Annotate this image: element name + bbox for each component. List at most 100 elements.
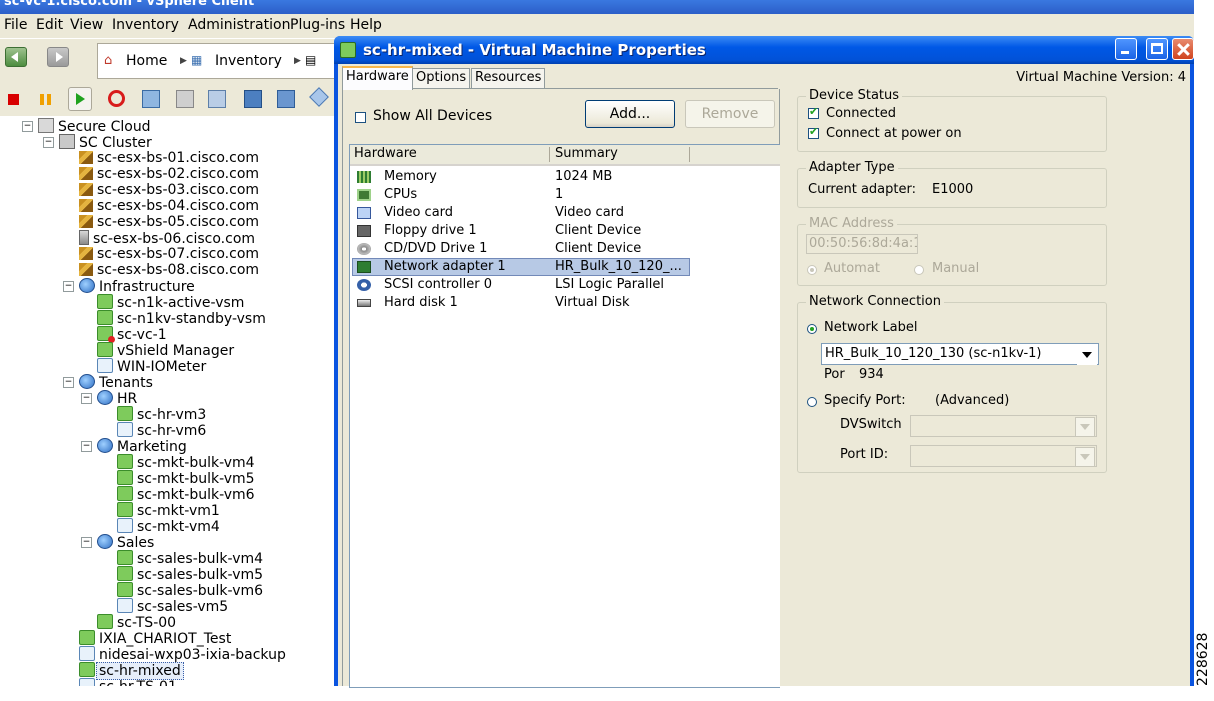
tree-item[interactable]: sc-hr-vm3 <box>117 406 206 423</box>
column-summary[interactable]: Summary <box>555 146 618 161</box>
tree-expander-icon[interactable]: − <box>81 537 92 548</box>
connected-checkbox[interactable] <box>808 105 819 119</box>
tree-expander-icon[interactable]: − <box>81 441 92 452</box>
close-button[interactable] <box>1172 38 1194 60</box>
tree-item[interactable]: sc-sales-bulk-vm5 <box>117 566 263 583</box>
chevron-down-icon[interactable] <box>1077 345 1097 365</box>
migrate-icon[interactable] <box>309 87 329 107</box>
menu-help[interactable]: Help <box>350 17 382 33</box>
tree-item[interactable]: sc-mkt-bulk-vm5 <box>117 470 255 487</box>
console-icon[interactable] <box>244 90 262 108</box>
tree-item[interactable]: IXIA_CHARIOT_Test <box>79 630 231 647</box>
tree-item[interactable]: sc-esx-bs-07.cisco.com <box>79 246 259 262</box>
tree-expander-icon[interactable]: − <box>43 137 54 148</box>
chevron-down-icon[interactable] <box>1075 417 1095 437</box>
tree-item[interactable]: sc-mkt-bulk-vm6 <box>117 486 255 503</box>
reset-icon[interactable] <box>108 90 125 107</box>
menu-view[interactable]: View <box>70 17 103 33</box>
tree-item-label: SC Cluster <box>79 135 152 151</box>
mac-automatic-radio[interactable] <box>807 265 817 275</box>
breadcrumb-inventory[interactable]: Inventory <box>215 53 282 69</box>
tree-item[interactable]: WIN-IOMeter <box>97 358 206 375</box>
snapshot-icon[interactable] <box>142 90 160 108</box>
tree-item[interactable]: vShield Manager <box>97 342 234 359</box>
column-hardware[interactable]: Hardware <box>354 146 417 161</box>
tree-item[interactable]: sc-sales-vm5 <box>117 598 228 615</box>
hardware-row[interactable]: Memory 1024 MB <box>350 168 780 186</box>
edit-settings-icon[interactable] <box>277 90 295 108</box>
hardware-row[interactable]: SCSI controller 0 LSI Logic Parallel <box>350 276 780 294</box>
tab-options[interactable]: Options <box>412 68 471 88</box>
tree-item[interactable]: sc-esx-bs-04.cisco.com <box>79 198 259 214</box>
show-all-devices-checkbox[interactable] <box>355 112 366 123</box>
tree-item[interactable]: nidesai-wxp03-ixia-backup <box>79 646 286 663</box>
tab-resources[interactable]: Resources <box>471 68 546 88</box>
tree-item[interactable]: sc-hr-vm6 <box>117 422 206 439</box>
hardware-row[interactable]: CPUs 1 <box>350 186 780 204</box>
tree-item[interactable]: sc-n1kv-standby-vsm <box>97 310 266 327</box>
mac-address-field[interactable]: 00:50:56:8d:4a:1 <box>806 234 918 254</box>
power-off-icon[interactable] <box>8 94 19 105</box>
tree-item[interactable]: sc-esx-bs-02.cisco.com <box>79 166 259 182</box>
add-button[interactable]: Add... <box>585 100 675 128</box>
menu-inventory[interactable]: Inventory <box>112 17 179 33</box>
connect-at-power-on-checkbox[interactable] <box>808 125 819 139</box>
dvswitch-select[interactable] <box>910 415 1097 437</box>
tree-item[interactable]: sc-vc-1 <box>97 326 167 343</box>
tree-item[interactable]: Tenants <box>79 374 153 391</box>
tab-hardware[interactable]: Hardware <box>342 66 413 90</box>
dialog-title-bar[interactable]: sc-hr-mixed - Virtual Machine Properties <box>334 36 1194 64</box>
tree-item[interactable]: sc-esx-bs-08.cisco.com <box>79 262 259 278</box>
network-label-select[interactable]: HR_Bulk_10_120_130 (sc-n1kv-1) <box>821 343 1099 365</box>
tree-item[interactable]: Secure Cloud <box>38 118 151 135</box>
tree-expander-icon[interactable]: − <box>81 393 92 404</box>
vms-templates-icon[interactable]: ▤ <box>305 53 316 67</box>
hardware-row[interactable]: Floppy drive 1 Client Device <box>350 222 780 240</box>
tree-item[interactable]: sc-sales-bulk-vm6 <box>117 582 263 599</box>
suspend-icon[interactable] <box>40 94 51 105</box>
minimize-button[interactable] <box>1115 38 1137 60</box>
tree-item[interactable]: sc-n1k-active-vsm <box>97 294 244 311</box>
tree-item[interactable]: sc-esx-bs-01.cisco.com <box>79 150 259 166</box>
chevron-down-icon[interactable] <box>1075 447 1095 467</box>
menu-file[interactable]: File <box>4 17 27 33</box>
tree-item[interactable]: sc-mkt-vm1 <box>117 502 220 519</box>
tree-expander-icon[interactable]: − <box>63 377 74 388</box>
tree-item[interactable]: HR <box>97 390 137 407</box>
tree-item[interactable]: sc-mkt-vm4 <box>117 518 220 535</box>
tree-item[interactable]: Marketing <box>97 438 187 455</box>
cd-dvd-icon <box>357 243 371 255</box>
tree-item[interactable]: sc-mkt-bulk-vm4 <box>117 454 255 471</box>
network-label-radio[interactable] <box>807 324 817 334</box>
tree-item[interactable]: sc-hr-mixed <box>79 662 184 680</box>
back-arrow-icon[interactable] <box>5 47 27 67</box>
breadcrumb-home[interactable]: Home <box>126 53 167 69</box>
menu-administration[interactable]: Administration <box>188 17 290 33</box>
tree-item[interactable]: sc-hr-TS-01 <box>79 678 177 686</box>
port-id-select[interactable] <box>910 445 1097 467</box>
tree-item[interactable]: sc-esx-bs-06.cisco.com <box>79 230 255 247</box>
power-on-button[interactable] <box>68 87 92 111</box>
remove-button[interactable]: Remove <box>685 100 775 128</box>
maximize-button[interactable] <box>1146 38 1168 60</box>
specify-port-radio[interactable] <box>807 397 817 407</box>
tree-item[interactable]: sc-esx-bs-03.cisco.com <box>79 182 259 198</box>
revert-snapshot-icon[interactable] <box>176 90 194 108</box>
hardware-row[interactable]: Network adapter 1 HR_Bulk_10_120_... <box>350 258 780 276</box>
hardware-row[interactable]: Hard disk 1 Virtual Disk <box>350 294 780 312</box>
hardware-row[interactable]: Video card Video card <box>350 204 780 222</box>
tree-item[interactable]: SC Cluster <box>59 134 152 151</box>
hardware-row[interactable]: CD/DVD Drive 1 Client Device <box>350 240 780 258</box>
tree-item[interactable]: Infrastructure <box>79 278 195 295</box>
mac-manual-radio[interactable] <box>914 265 924 275</box>
tree-item[interactable]: sc-esx-bs-05.cisco.com <box>79 214 259 230</box>
menu-plugins[interactable]: Plug-ins <box>290 17 345 33</box>
tree-item[interactable]: sc-sales-bulk-vm4 <box>117 550 263 567</box>
tree-expander-icon[interactable]: − <box>63 281 74 292</box>
menu-edit[interactable]: Edit <box>36 17 63 33</box>
forward-arrow-icon[interactable] <box>47 47 69 67</box>
tree-item[interactable]: Sales <box>97 534 154 551</box>
tree-item[interactable]: sc-TS-00 <box>97 614 176 631</box>
snapshot-manager-icon[interactable] <box>208 90 226 108</box>
tree-expander-icon[interactable]: − <box>22 121 33 132</box>
